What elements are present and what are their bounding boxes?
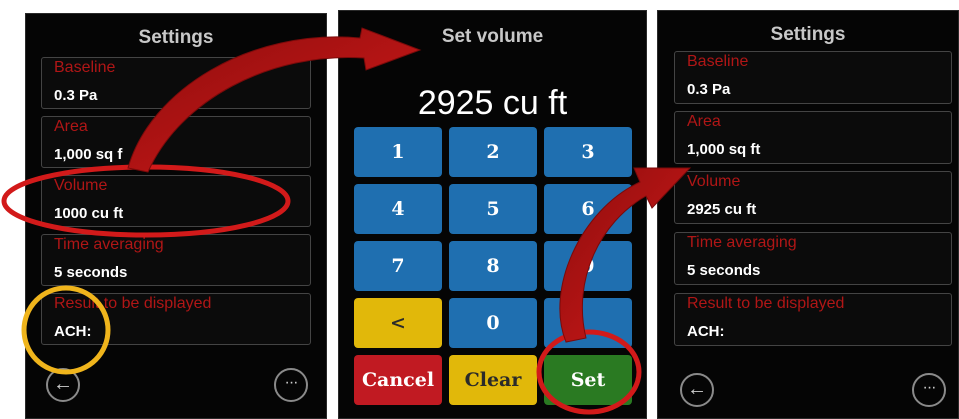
field-label: Baseline: [687, 53, 749, 70]
field-value: 5 seconds: [54, 264, 128, 281]
more-options-icon[interactable]: ···: [274, 368, 308, 402]
key-4-button[interactable]: 4: [354, 184, 442, 234]
key-extra-button[interactable]: [544, 298, 632, 348]
field-value: ACH:: [687, 323, 725, 340]
key-9-button[interactable]: 9: [544, 241, 632, 291]
cancel-button[interactable]: Cancel: [354, 355, 442, 405]
key-5-button[interactable]: 5: [449, 184, 537, 234]
key-1-button[interactable]: 1: [354, 127, 442, 177]
field-value: 5 seconds: [687, 262, 761, 279]
volume-field[interactable]: Volume 1000 cu ft: [41, 175, 311, 227]
time-averaging-field[interactable]: Time averaging 5 seconds: [674, 232, 952, 285]
field-label: Area: [687, 113, 721, 130]
settings-panel-before: Settings Baseline 0.3 Pa Area 1,000 sq f…: [25, 13, 327, 419]
area-field[interactable]: Area 1,000 sq f: [41, 116, 311, 168]
set-volume-panel: Set volume 2925 cu ft 1 2 3 4 5 6 7 8 9 …: [338, 10, 647, 419]
field-label: Area: [54, 118, 88, 135]
backspace-button[interactable]: <: [354, 298, 442, 348]
field-label: Time averaging: [687, 234, 797, 251]
set-button[interactable]: Set: [544, 355, 632, 405]
key-0-button[interactable]: 0: [449, 298, 537, 348]
key-2-button[interactable]: 2: [449, 127, 537, 177]
key-8-button[interactable]: 8: [449, 241, 537, 291]
panel-title: Settings: [770, 24, 846, 45]
baseline-field[interactable]: Baseline 0.3 Pa: [41, 57, 311, 109]
result-displayed-field[interactable]: Result to be displayed ACH:: [674, 293, 952, 346]
field-label: Time averaging: [54, 236, 164, 253]
field-label: Baseline: [54, 59, 116, 76]
panel-title: Set volume: [441, 26, 544, 47]
field-label: Result to be displayed: [54, 295, 212, 312]
field-value: 0.3 Pa: [687, 81, 731, 98]
back-arrow-icon[interactable]: ←: [680, 373, 714, 407]
back-arrow-icon[interactable]: ←: [46, 368, 80, 402]
key-3-button[interactable]: 3: [544, 127, 632, 177]
more-options-icon[interactable]: ···: [912, 373, 946, 407]
field-value: 1,000 sq f: [54, 146, 123, 163]
area-field[interactable]: Area 1,000 sq ft: [674, 111, 952, 164]
key-7-button[interactable]: 7: [354, 241, 442, 291]
clear-button[interactable]: Clear: [449, 355, 537, 405]
time-averaging-field[interactable]: Time averaging 5 seconds: [41, 234, 311, 286]
field-label: Volume: [54, 177, 108, 194]
volume-field[interactable]: Volume 2925 cu ft: [674, 171, 952, 224]
field-value: 1,000 sq ft: [687, 141, 761, 158]
field-label: Volume: [687, 173, 741, 190]
result-displayed-field[interactable]: Result to be displayed ACH:: [41, 293, 311, 345]
field-label: Result to be displayed: [687, 295, 845, 312]
field-value: 0.3 Pa: [54, 87, 98, 104]
field-value: 2925 cu ft: [687, 201, 757, 218]
baseline-field[interactable]: Baseline 0.3 Pa: [674, 51, 952, 104]
field-value: 1000 cu ft: [54, 205, 124, 222]
field-value: ACH:: [54, 323, 92, 340]
volume-display: 2925 cu ft: [417, 84, 568, 122]
panel-title: Settings: [138, 27, 214, 48]
settings-panel-after: Settings Baseline 0.3 Pa Area 1,000 sq f…: [657, 10, 959, 419]
key-6-button[interactable]: 6: [544, 184, 632, 234]
